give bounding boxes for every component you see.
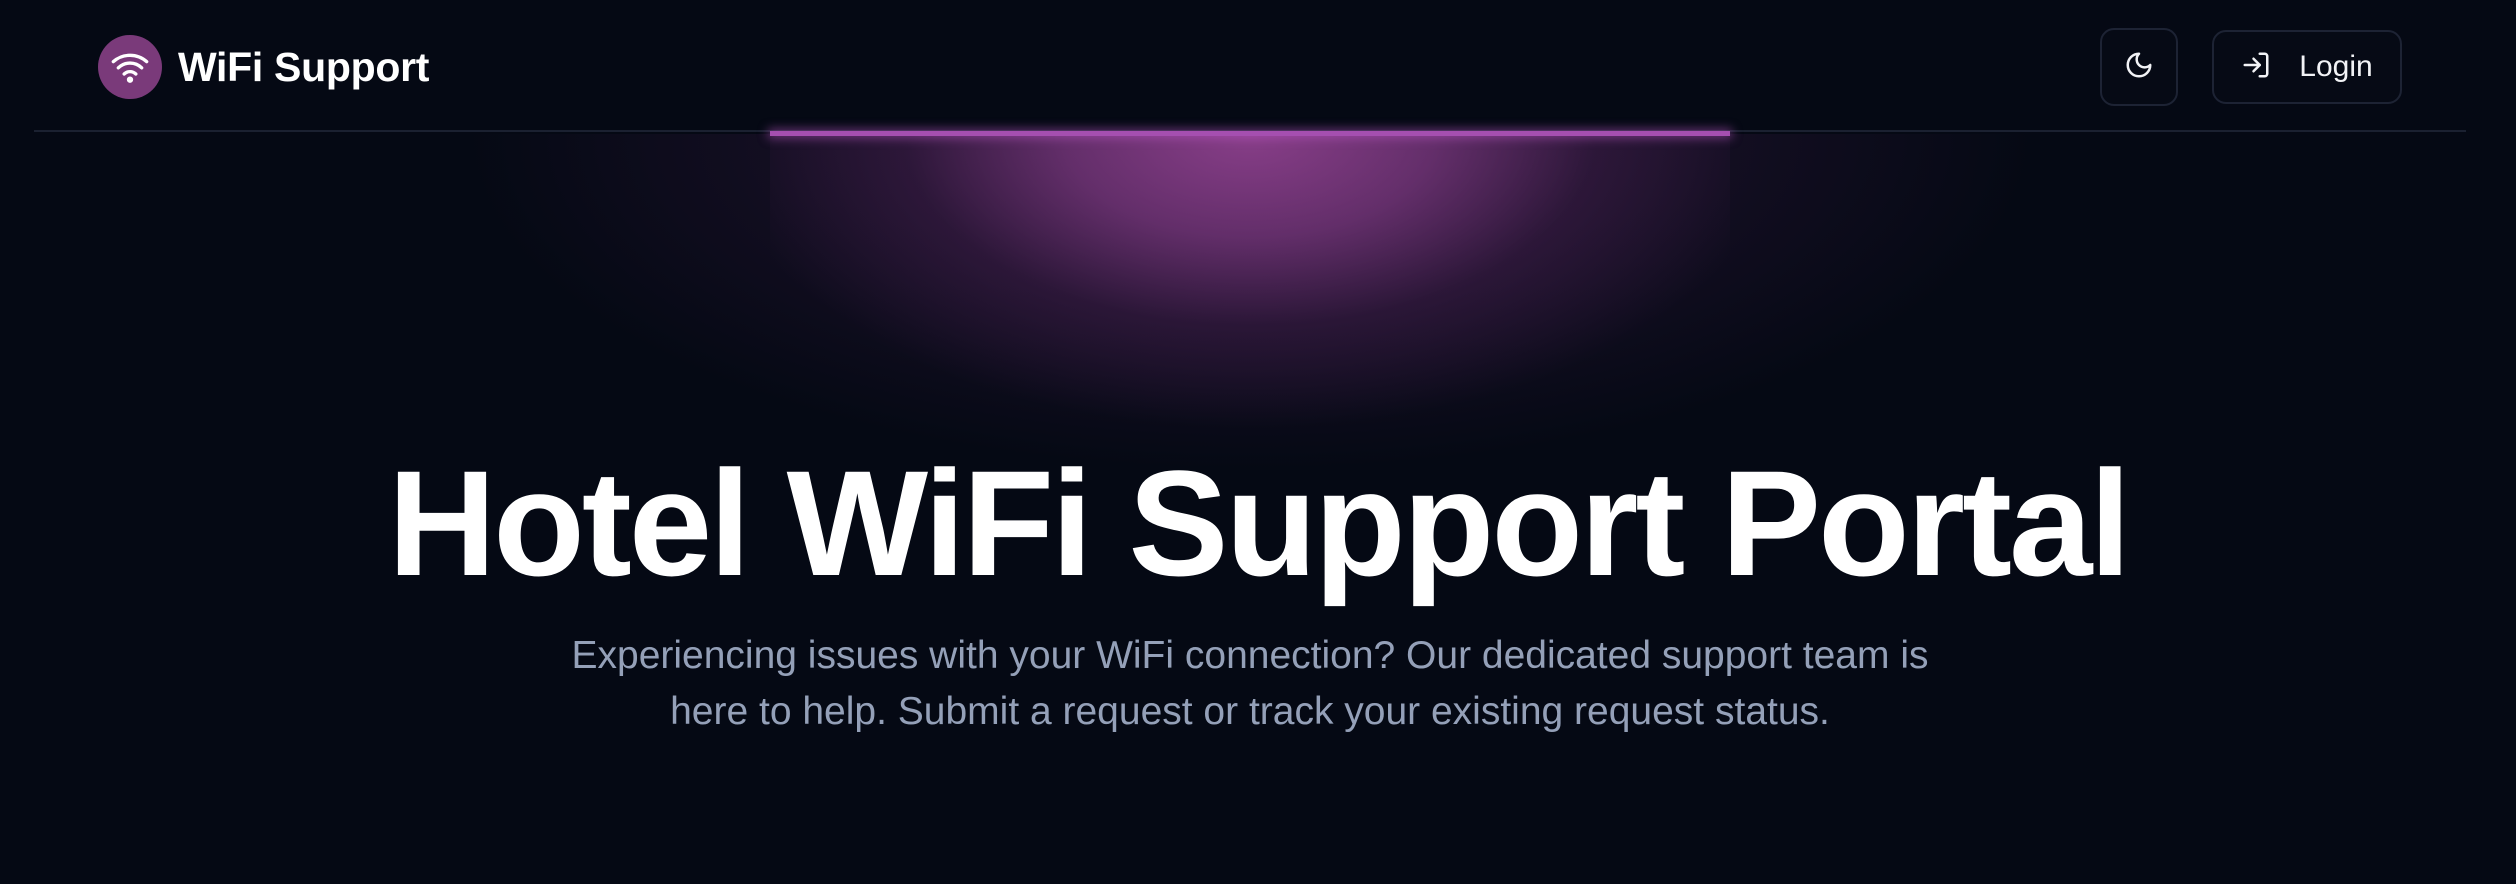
page-title: Hotel WiFi Support Portal: [387, 439, 2131, 607]
top-navbar: WiFi Support Login: [0, 0, 2516, 130]
brand[interactable]: WiFi Support: [98, 34, 429, 100]
login-label: Login: [2299, 50, 2373, 83]
theme-toggle-button[interactable]: [2100, 28, 2178, 106]
brand-name: WiFi Support: [178, 43, 430, 90]
page: WiFi Support Login Hotel WiFi Support Po…: [0, 0, 2516, 884]
log-in-icon: [2241, 50, 2271, 85]
wifi-icon: [98, 35, 162, 99]
moon-icon: [2124, 50, 2154, 85]
login-button[interactable]: Login: [2212, 30, 2402, 104]
spotlight-lamp-line: [770, 131, 1730, 136]
hero-subtitle: Experiencing issues with your WiFi conne…: [571, 634, 1929, 733]
